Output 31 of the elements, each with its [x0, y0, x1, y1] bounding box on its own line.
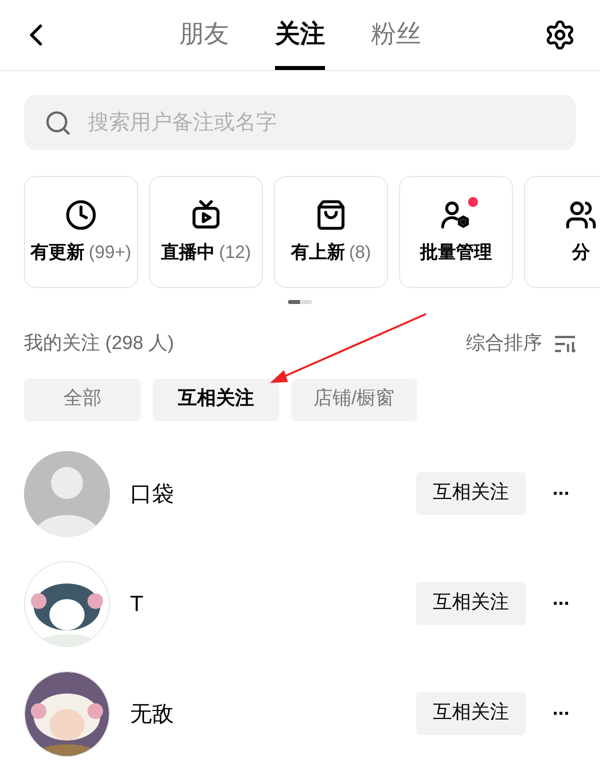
tab[interactable]: 粉丝 — [371, 0, 421, 70]
follow-button[interactable]: 互相关注 — [416, 472, 526, 515]
tab[interactable]: 朋友 — [179, 0, 229, 70]
search-icon — [44, 109, 72, 137]
follow-button[interactable]: 互相关注 — [416, 692, 526, 735]
filter-chip[interactable]: 互相关注 — [153, 378, 279, 420]
clock-icon — [65, 198, 97, 230]
tv-play-icon — [190, 198, 222, 230]
user-name: 无敌 — [130, 700, 175, 728]
people-icon — [565, 198, 597, 230]
search-field[interactable]: 搜索用户备注或名字 — [24, 95, 576, 150]
section-title: 我的关注 (298 人) — [24, 332, 174, 356]
shortcut-card[interactable]: 有上新 (8) — [274, 176, 388, 288]
shortcut-card[interactable]: 有更新 (99+) — [24, 176, 138, 288]
more-button[interactable]: ··· — [546, 478, 576, 508]
sort-icon — [554, 335, 576, 354]
filter-chip[interactable]: 店铺/橱窗 — [291, 378, 417, 420]
more-button[interactable]: ··· — [546, 588, 576, 618]
shortcut-card[interactable]: 批量管理 — [399, 176, 513, 288]
user-name: 口袋 — [130, 480, 175, 508]
settings-icon[interactable] — [544, 19, 576, 51]
filter-chip[interactable]: 全部 — [24, 378, 141, 420]
follow-button[interactable]: 互相关注 — [416, 582, 526, 625]
shortcut-card[interactable]: 分 — [524, 176, 600, 288]
sort-button[interactable]: 综合排序 — [466, 330, 576, 358]
shopping-bag-icon — [315, 198, 347, 230]
user-name: T — [130, 590, 144, 618]
user-gear-icon — [440, 198, 472, 230]
shortcut-card[interactable]: 直播中 (12) — [149, 176, 263, 288]
tab[interactable]: 关注 — [275, 0, 325, 70]
more-button[interactable]: ··· — [546, 698, 576, 728]
